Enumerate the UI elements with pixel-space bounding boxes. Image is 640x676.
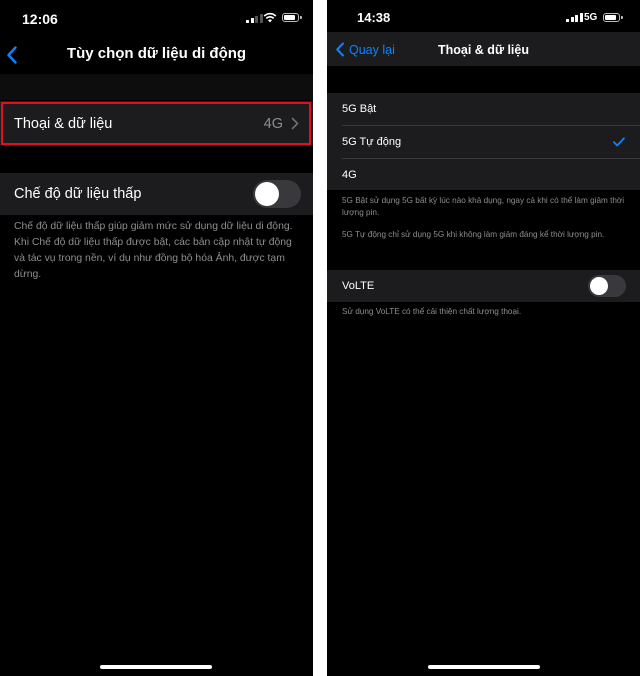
cellular-signal-icon — [246, 14, 263, 23]
page-title: Thoại & dữ liệu — [438, 43, 529, 57]
option-5g-on[interactable]: 5G Bật — [327, 93, 640, 125]
toggle-knob — [590, 277, 608, 295]
right-phone-screen: 14:38 5G Quay lại Thoại & dữ liệu 5G Bật… — [327, 0, 640, 676]
toggle-knob — [255, 182, 279, 206]
option-label: 4G — [342, 168, 357, 181]
home-indicator[interactable] — [428, 665, 540, 669]
left-phone-screen: 12:06 Tùy chọn dữ liệu di động Thoại & d… — [0, 0, 313, 676]
footnote-5g-on: 5G Bật sử dụng 5G bất kỳ lúc nào khả dụn… — [342, 196, 625, 217]
footnote-5g-auto: 5G Tự động chỉ sử dụng 5G khi không làm … — [342, 230, 605, 239]
low-data-label: Chế độ dữ liệu thấp — [14, 186, 142, 202]
network-type: 5G — [584, 12, 598, 23]
low-data-footnote: Chế độ dữ liệu thấp giúp giảm mức sử dụn… — [14, 221, 293, 280]
highlight-box — [1, 102, 311, 145]
low-data-toggle[interactable] — [253, 180, 301, 208]
page-title: Tùy chọn dữ liệu di động — [66, 45, 247, 62]
option-5g-auto[interactable]: 5G Tự động — [327, 126, 640, 158]
option-label: 5G Tự động — [342, 136, 402, 148]
battery-icon — [603, 13, 623, 22]
header-divider — [0, 74, 313, 100]
cellular-signal-icon — [566, 13, 583, 22]
volte-label: VoLTE — [342, 280, 375, 292]
checkmark-icon — [613, 137, 625, 147]
battery-icon — [282, 13, 302, 22]
volte-toggle[interactable] — [588, 275, 626, 297]
volte-footnote: Sử dụng VoLTE có thể cải thiện chất lượn… — [342, 307, 522, 316]
status-time: 12:06 — [22, 11, 58, 27]
option-label: 5G Bật — [342, 103, 377, 115]
option-4g[interactable]: 4G — [327, 159, 640, 190]
home-indicator[interactable] — [100, 665, 212, 669]
wifi-icon — [263, 12, 277, 23]
status-time: 14:38 — [357, 10, 391, 25]
